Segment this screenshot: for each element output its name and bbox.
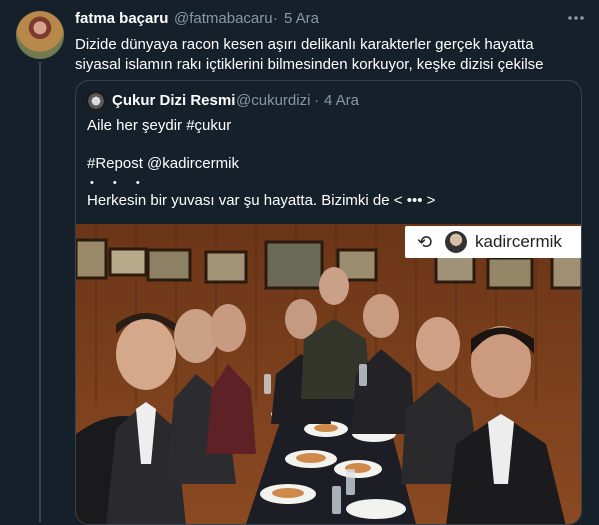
quote-time[interactable]: 4 Ara [324, 92, 359, 109]
quote-dots: • • • [90, 177, 148, 189]
repost-avatar [445, 231, 467, 253]
thread-line [39, 62, 41, 522]
author-name[interactable]: fatma baçaru [75, 10, 168, 27]
quote-text-line1: Aile her şeydir #çukur [87, 117, 232, 134]
meta-separator: · [273, 10, 278, 27]
tweet-text: Dizide dünyaya racon kesen aşırı delikan… [75, 36, 544, 73]
quote-author-avatar[interactable] [86, 91, 106, 111]
quote-meta-separator: · [314, 92, 319, 109]
quote-photo[interactable]: ⟲ kadircermik [76, 224, 581, 524]
author-handle[interactable]: @fatmabacaru [174, 10, 273, 27]
repost-username: kadircermik [475, 232, 562, 251]
group-dinner-photo [76, 224, 581, 524]
tweet-time[interactable]: 5 Ara [284, 10, 319, 27]
quote-text-line3: Herkesin bir yuvası var şu hayatta. Bizi… [87, 192, 436, 209]
quoted-tweet-card[interactable]: Çukur Dizi Resmi @cukurdizi · 4 Ara Aile… [75, 80, 582, 525]
repost-icon: ⟲ [417, 232, 433, 252]
more-horizontal-icon[interactable] [566, 8, 586, 28]
author-avatar[interactable] [16, 11, 64, 59]
quote-author-name[interactable]: Çukur Dizi Resmi [112, 92, 235, 109]
quote-author-handle[interactable]: @cukurdizi [236, 92, 310, 109]
quote-text-line2: #Repost @kadircermik [87, 155, 239, 172]
repost-tag: ⟲ kadircermik [405, 226, 581, 258]
